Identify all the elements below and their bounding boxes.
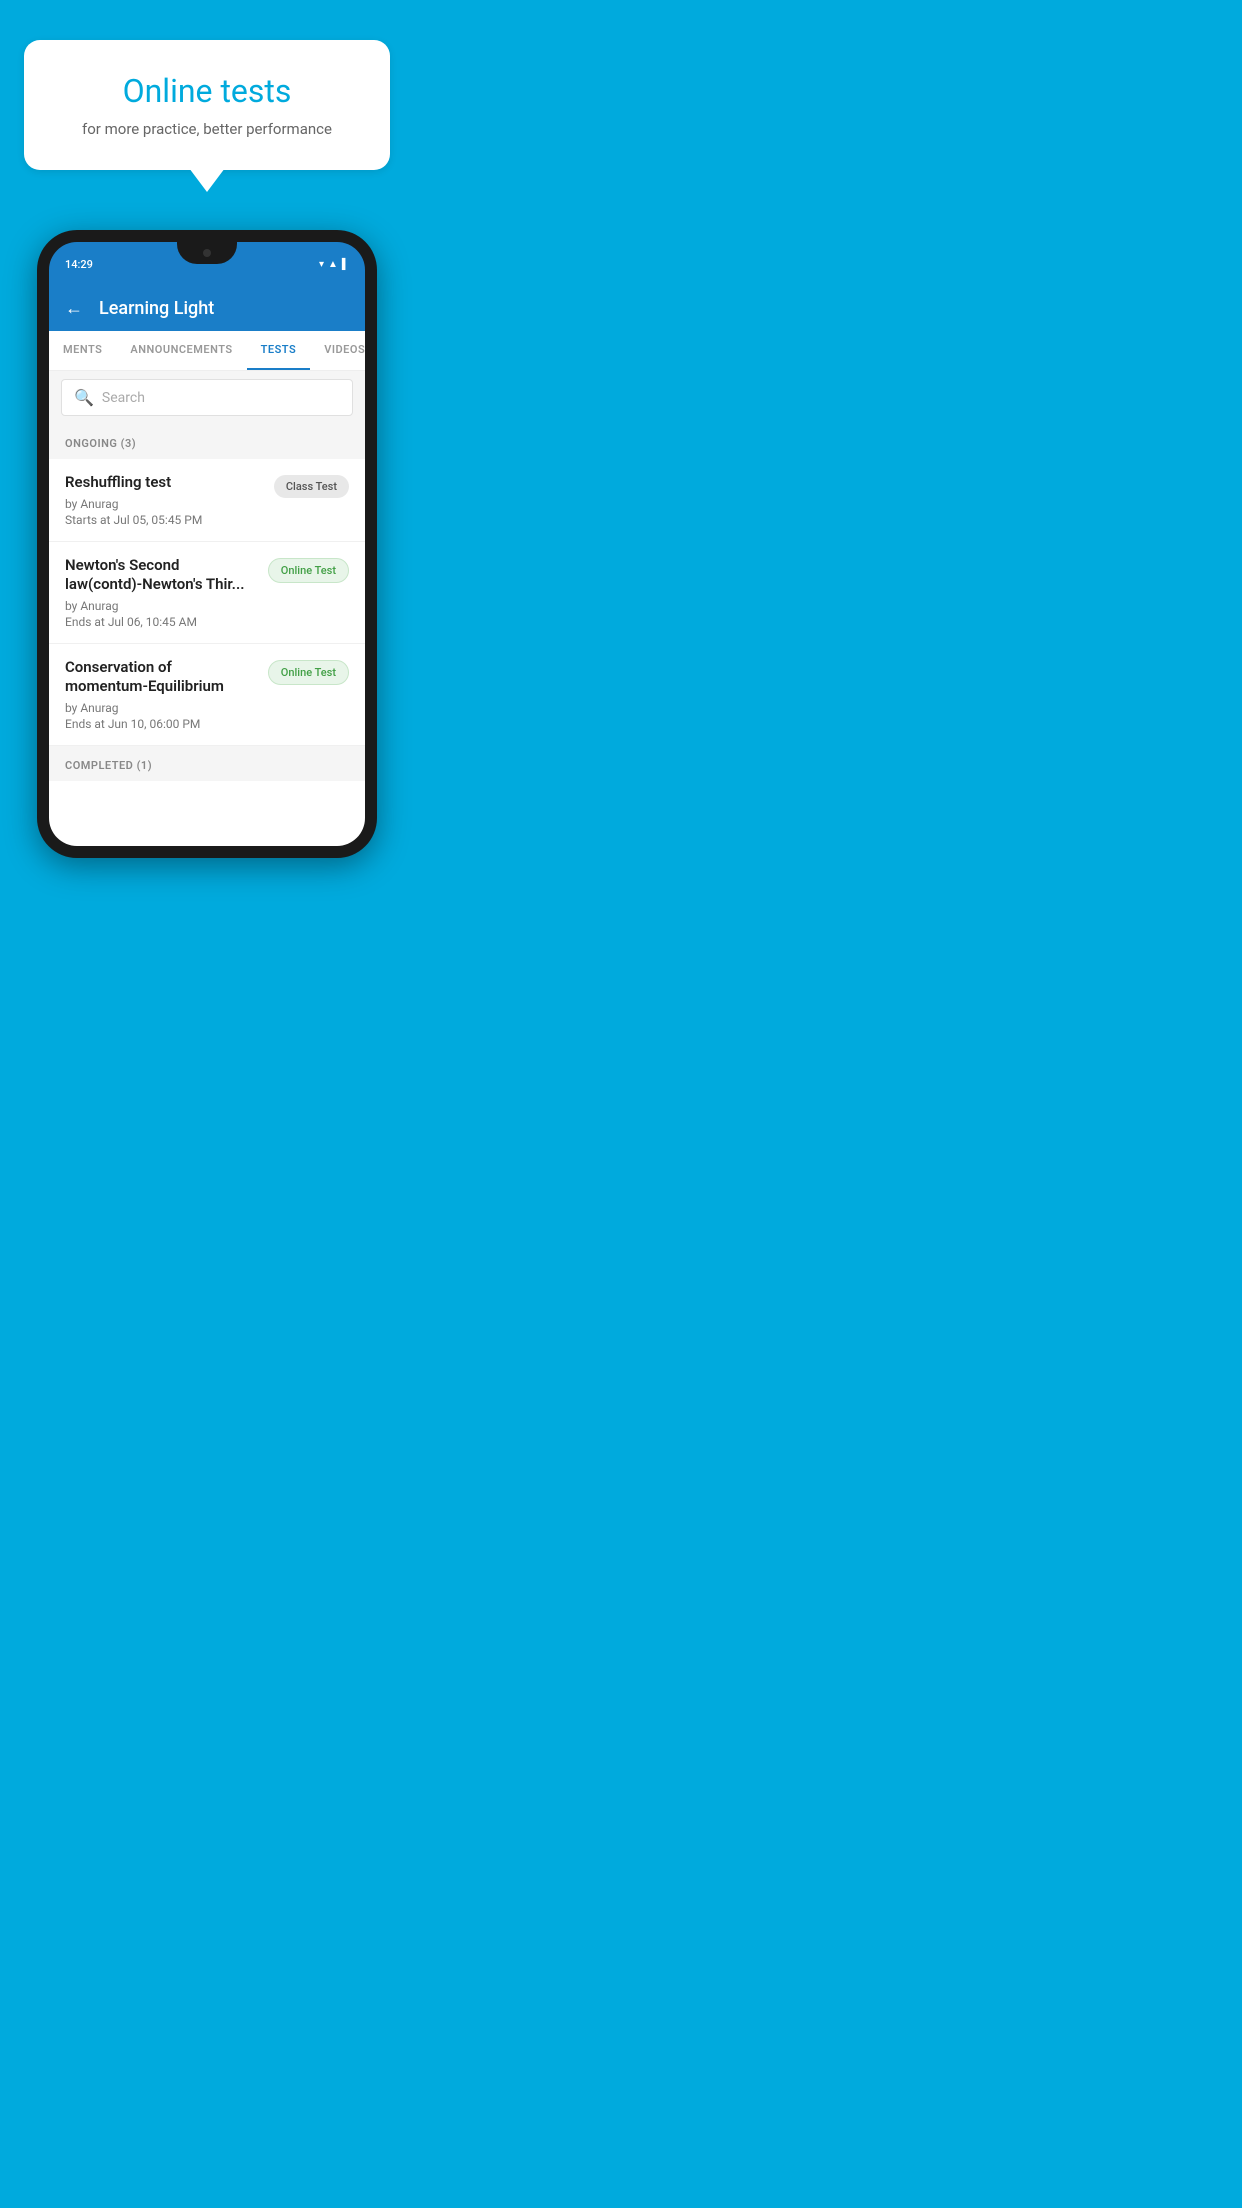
test-author: by Anurag xyxy=(65,599,258,613)
back-button[interactable]: ← xyxy=(65,298,83,319)
test-author: by Anurag xyxy=(65,497,264,511)
test-name: Conservation of momentum-Equilibrium xyxy=(65,658,258,697)
speech-bubble: Online tests for more practice, better p… xyxy=(24,40,390,170)
camera xyxy=(203,249,211,257)
ongoing-label: ONGOING (3) xyxy=(65,437,136,450)
test-item[interactable]: Newton's Second law(contd)-Newton's Thir… xyxy=(49,542,365,644)
tab-ments[interactable]: MENTS xyxy=(49,331,116,370)
phone-screen: ← Learning Light MENTS ANNOUNCEMENTS TES… xyxy=(49,286,365,846)
test-list: Reshuffling test by Anurag Starts at Jul… xyxy=(49,459,365,746)
app-title: Learning Light xyxy=(99,298,214,319)
test-author: by Anurag xyxy=(65,701,258,715)
ongoing-section-header: ONGOING (3) xyxy=(49,424,365,459)
test-name: Newton's Second law(contd)-Newton's Thir… xyxy=(65,556,258,595)
test-date: Ends at Jul 06, 10:45 AM xyxy=(65,615,258,629)
tabs-bar: MENTS ANNOUNCEMENTS TESTS VIDEOS xyxy=(49,331,365,371)
tab-videos[interactable]: VIDEOS xyxy=(310,331,365,370)
status-icons: ▾ ▲ ▌ xyxy=(319,259,349,270)
test-info: Conservation of momentum-Equilibrium by … xyxy=(65,658,268,731)
app-header: ← Learning Light xyxy=(49,286,365,331)
search-icon: 🔍 xyxy=(74,388,94,407)
test-badge: Class Test xyxy=(274,475,349,498)
test-date: Ends at Jun 10, 06:00 PM xyxy=(65,717,258,731)
test-date: Starts at Jul 05, 05:45 PM xyxy=(65,513,264,527)
search-placeholder: Search xyxy=(102,390,145,406)
status-time: 14:29 xyxy=(65,258,93,271)
notch xyxy=(177,242,237,264)
test-info: Reshuffling test by Anurag Starts at Jul… xyxy=(65,473,274,527)
signal-icon: ▲ xyxy=(328,259,338,270)
tab-tests[interactable]: TESTS xyxy=(247,331,311,370)
phone-wrapper: 14:29 ▾ ▲ ▌ ← Learning Light MENTS ANNOU… xyxy=(0,230,414,858)
test-badge: Online Test xyxy=(268,660,349,685)
phone-frame: 14:29 ▾ ▲ ▌ ← Learning Light MENTS ANNOU… xyxy=(37,230,377,858)
completed-section-header: COMPLETED (1) xyxy=(49,746,365,781)
search-input-wrapper[interactable]: 🔍 Search xyxy=(61,379,353,416)
completed-label: COMPLETED (1) xyxy=(65,759,152,772)
search-bar: 🔍 Search xyxy=(49,371,365,424)
bubble-subtitle: for more practice, better performance xyxy=(52,120,362,138)
hero-section: Online tests for more practice, better p… xyxy=(0,0,414,230)
test-badge: Online Test xyxy=(268,558,349,583)
status-bar: 14:29 ▾ ▲ ▌ xyxy=(49,242,365,286)
battery-icon: ▌ xyxy=(342,259,349,270)
test-item[interactable]: Reshuffling test by Anurag Starts at Jul… xyxy=(49,459,365,542)
test-name: Reshuffling test xyxy=(65,473,264,493)
tab-announcements[interactable]: ANNOUNCEMENTS xyxy=(116,331,246,370)
test-info: Newton's Second law(contd)-Newton's Thir… xyxy=(65,556,268,629)
bubble-title: Online tests xyxy=(52,72,362,110)
wifi-icon: ▾ xyxy=(319,259,324,270)
test-item[interactable]: Conservation of momentum-Equilibrium by … xyxy=(49,644,365,746)
